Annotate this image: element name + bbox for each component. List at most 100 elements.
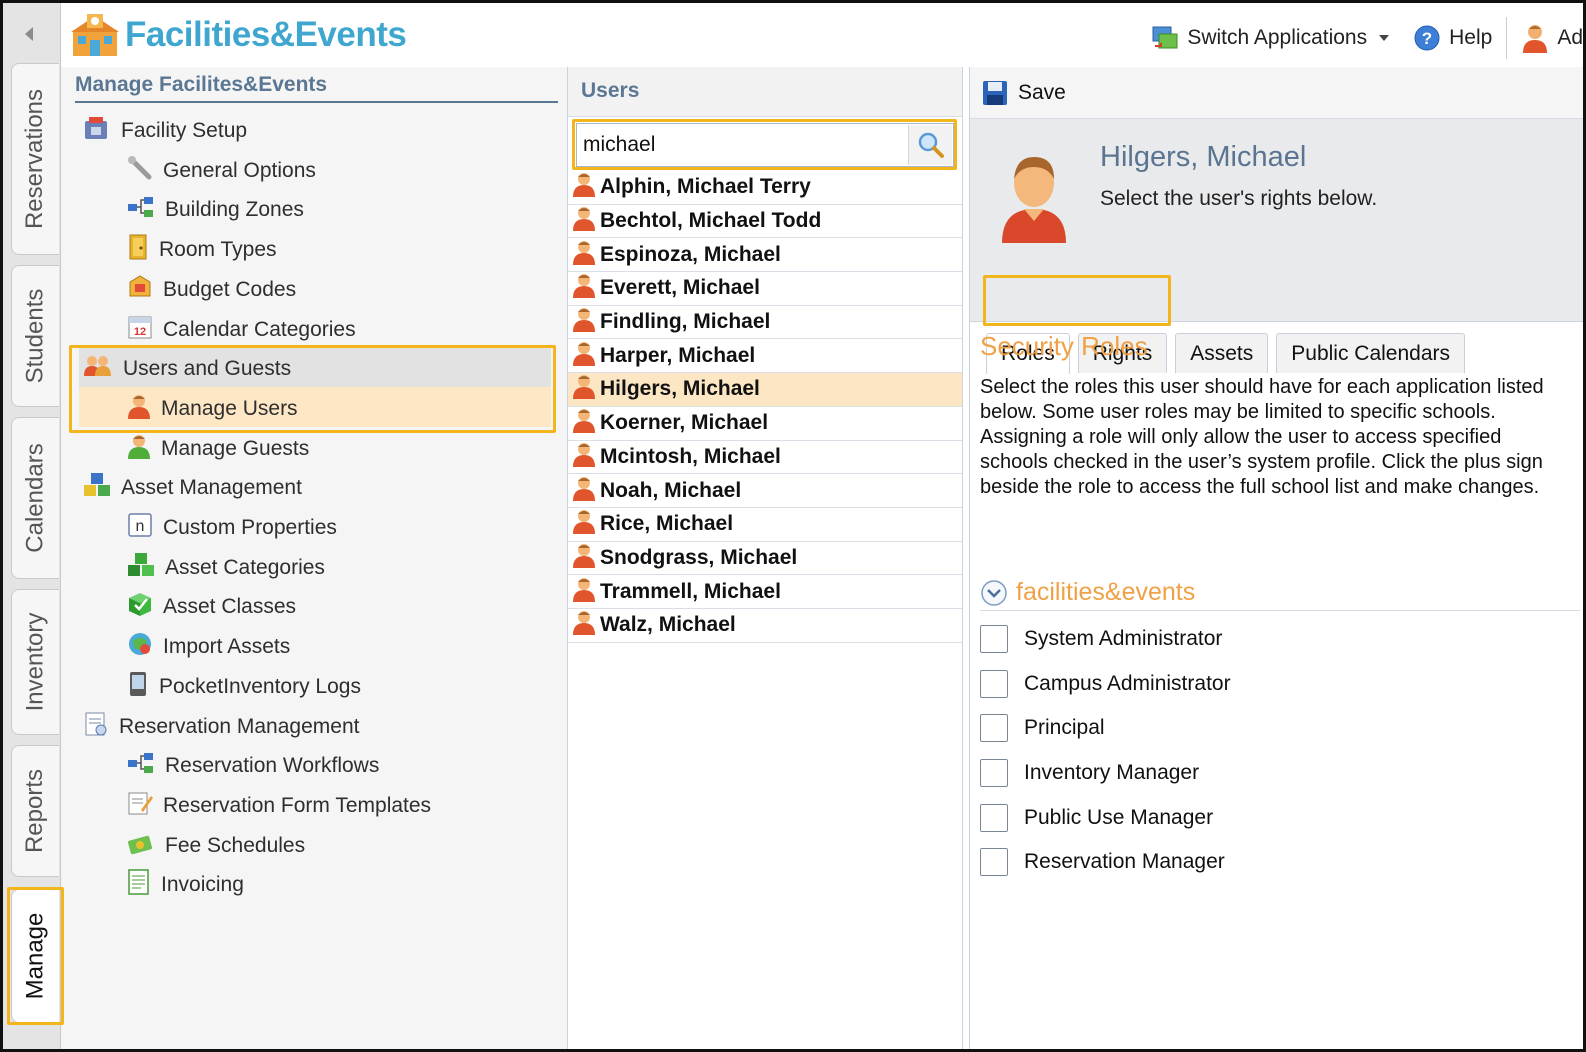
boxes-icon <box>83 472 111 504</box>
user-name: Noah, Michael <box>600 478 742 502</box>
nav-item-asset-classes[interactable]: Asset Classes <box>127 588 296 626</box>
user-list-item[interactable]: Everett, Michael <box>568 272 962 306</box>
user-list-item[interactable]: Bechtol, Michael Todd <box>568 204 962 239</box>
role-checkbox[interactable] <box>980 714 1008 743</box>
user-list-item[interactable]: Mcintosh, Michael <box>568 440 962 475</box>
app-logo[interactable]: Facilities&Events <box>69 9 407 61</box>
user-name: Bechtol, Michael Todd <box>600 209 822 233</box>
tab-reports[interactable]: Reports <box>11 745 59 877</box>
users-panel: Users Alphin, Michael Terry Bechtol, Mich… <box>567 67 963 1049</box>
user-list-item[interactable]: Harper, Michael <box>568 339 962 374</box>
user-list-item[interactable]: Espinoza, Michael <box>568 238 962 273</box>
user-list-item[interactable]: Snodgrass, Michael <box>568 541 962 576</box>
user-list-item[interactable]: Walz, Michael <box>568 608 962 643</box>
user-profile-header: Hilgers, Michael Select the user's right… <box>970 119 1583 374</box>
search-button[interactable] <box>908 125 952 165</box>
nav-item-custom-properties[interactable]: n Custom Properties <box>127 509 337 547</box>
collapse-group-icon[interactable] <box>980 579 1008 607</box>
nav-item-facility-setup[interactable]: Facility Setup <box>83 112 247 150</box>
user-name: Snodgrass, Michael <box>600 545 798 569</box>
user-search-input[interactable] <box>581 128 911 162</box>
user-name: Trammell, Michael <box>600 579 781 603</box>
user-list-item[interactable]: Noah, Michael <box>568 474 962 508</box>
nav-item-budget-codes[interactable]: Budget Codes <box>127 271 296 309</box>
user-name: Alphin, Michael Terry <box>600 175 811 199</box>
user-search-box <box>576 123 954 167</box>
schoolhouse-logo-icon <box>71 14 119 56</box>
tab-assets[interactable]: Assets <box>1175 333 1269 373</box>
nav-item-import-assets[interactable]: Import Assets <box>127 628 290 666</box>
nav-item-label: Budget Codes <box>163 277 297 301</box>
tab-manage[interactable]: Manage <box>11 889 59 1023</box>
user-icon <box>572 576 596 608</box>
calendar-icon: 12 <box>127 314 153 346</box>
nav-item-general-options[interactable]: General Options <box>127 152 316 190</box>
user-icon <box>572 239 596 271</box>
nav-item-manage-users[interactable]: Manage Users <box>127 390 298 428</box>
user-icon <box>572 373 596 405</box>
role-label: Reservation Manager <box>1024 850 1225 874</box>
help-button[interactable]: ? Help <box>1413 24 1492 52</box>
role-row: Campus Administrator <box>980 662 1231 707</box>
role-checkbox[interactable] <box>980 625 1008 654</box>
guest-icon <box>127 433 151 465</box>
account-menu[interactable]: Ad <box>1521 23 1583 53</box>
tab-public-calendars[interactable]: Public Calendars <box>1276 333 1466 373</box>
nav-item-reservation-form-templates[interactable]: Reservation Form Templates <box>127 787 431 825</box>
switch-applications-button[interactable]: Switch Applications <box>1151 24 1390 52</box>
nav-item-users-and-guests[interactable]: Users and Guests <box>83 350 291 388</box>
nav-item-manage-guests[interactable]: Manage Guests <box>127 430 309 468</box>
app-window: Reservations Students Calendars Inventor… <box>0 0 1586 1052</box>
nav-item-invoicing[interactable]: Invoicing <box>127 866 244 904</box>
save-button[interactable]: Save <box>982 80 1066 106</box>
user-list-item[interactable]: Koerner, Michael <box>568 406 962 441</box>
nav-item-asset-categories[interactable]: Asset Categories <box>127 549 325 587</box>
manage-nav-panel: Manage Facilites&Events Facility Setup Ge… <box>61 67 567 1049</box>
collapse-arrow-icon[interactable] <box>25 27 33 41</box>
role-checkbox[interactable] <box>980 759 1008 788</box>
header-divider <box>1506 17 1508 59</box>
nav-item-fee-schedules[interactable]: Fee Schedules <box>127 827 305 865</box>
user-list-item[interactable]: Alphin, Michael Terry <box>568 171 962 205</box>
role-group-header[interactable]: facilities&events <box>980 575 1580 611</box>
tab-label: Calendars <box>21 443 49 553</box>
asset-category-icon <box>127 552 155 584</box>
role-label: System Administrator <box>1024 627 1223 651</box>
user-icon <box>127 393 151 425</box>
nav-item-label: Reservation Management <box>119 714 360 738</box>
tab-label: Inventory <box>21 612 49 712</box>
nav-item-label: Asset Classes <box>163 595 297 619</box>
user-list-item[interactable]: Rice, Michael <box>568 507 962 542</box>
tab-reservations[interactable]: Reservations <box>11 63 59 255</box>
user-list-item[interactable]: Trammell, Michael <box>568 575 962 609</box>
user-subtitle: Select the user's rights below. <box>1100 187 1378 210</box>
nav-item-room-types[interactable]: Room Types <box>127 231 277 269</box>
nav-item-reservation-management[interactable]: Reservation Management <box>83 708 359 746</box>
tab-calendars[interactable]: Calendars <box>11 417 59 579</box>
role-list: System Administrator Campus Administrator… <box>980 617 1231 885</box>
nav-item-reservation-workflows[interactable]: Reservation Workflows <box>127 747 379 785</box>
nav-item-pocketinventory-logs[interactable]: PocketInventory Logs <box>127 668 361 706</box>
role-checkbox[interactable] <box>980 848 1008 877</box>
nav-item-asset-management[interactable]: Asset Management <box>83 469 302 507</box>
tab-label: Students <box>21 288 49 384</box>
role-checkbox[interactable] <box>980 669 1008 698</box>
nav-item-label: Fee Schedules <box>165 833 306 857</box>
user-icon <box>572 340 596 372</box>
role-checkbox[interactable] <box>980 803 1008 832</box>
nav-item-calendar-categories[interactable]: 12 Calendar Categories <box>127 311 356 349</box>
app-logo-text: Facilities&Events <box>125 15 407 54</box>
role-row: Inventory Manager <box>980 751 1231 796</box>
tab-students[interactable]: Students <box>11 265 59 407</box>
user-avatar-icon <box>1523 25 1548 53</box>
user-list-item[interactable]: Findling, Michael <box>568 305 962 340</box>
nav-item-building-zones[interactable]: Building Zones <box>127 191 304 229</box>
security-roles-title: Security Roles <box>980 331 1148 361</box>
user-icon <box>572 205 596 237</box>
user-name: Rice, Michael <box>600 512 734 536</box>
user-list-item[interactable]: Hilgers, Michael <box>568 373 962 407</box>
user-name: Harper, Michael <box>600 343 756 367</box>
tab-inventory[interactable]: Inventory <box>11 589 59 735</box>
role-label: Public Use Manager <box>1024 805 1214 829</box>
user-name: Hilgers, Michael <box>600 377 760 401</box>
